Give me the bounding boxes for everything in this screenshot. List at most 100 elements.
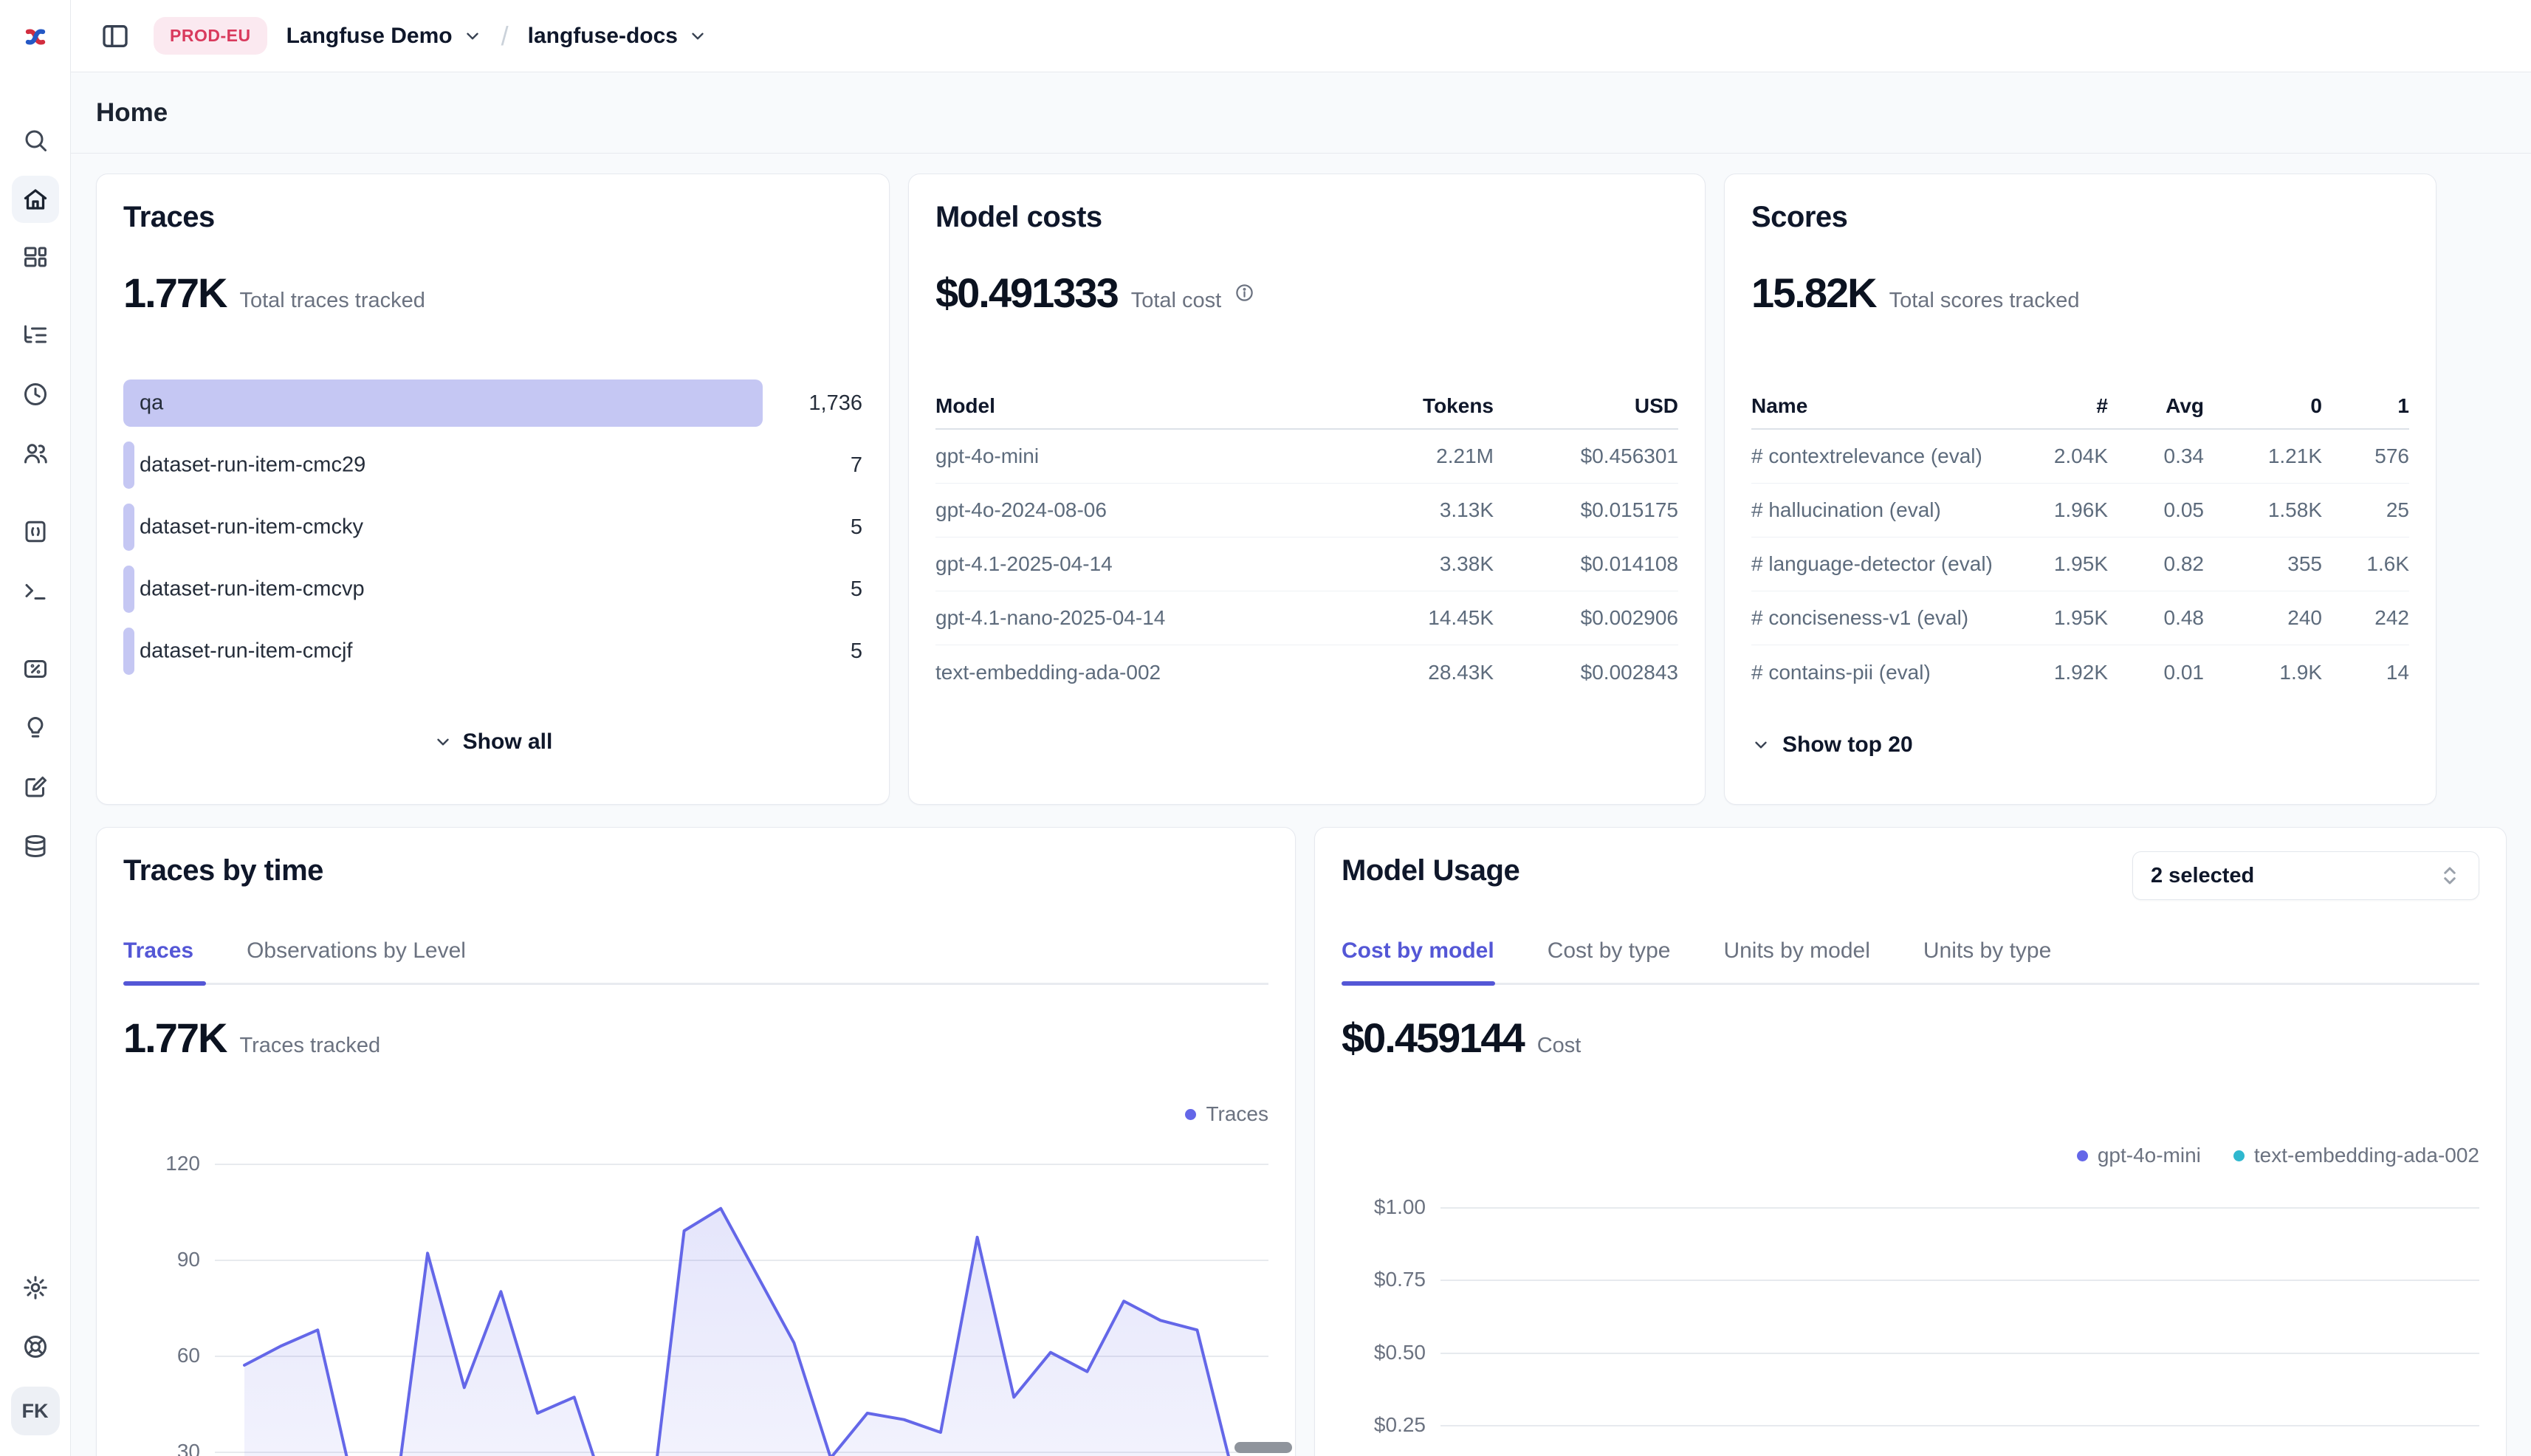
legend-item: text-embedding-ada-002 — [2233, 1144, 2479, 1167]
legend-dot — [2233, 1150, 2245, 1161]
trace-bar-value: 5 — [763, 577, 862, 602]
y-tick-label: 60 — [123, 1344, 200, 1367]
sidebar-item-sessions[interactable] — [12, 371, 59, 418]
trace-bar-label: dataset-run-item-cmcjf — [140, 639, 352, 664]
tab-units-by-type[interactable]: Units by type — [1923, 938, 2051, 964]
dashboards-icon — [22, 244, 49, 270]
legend-dot — [1185, 1109, 1196, 1120]
model-usage-tabs: Cost by model Cost by type Units by mode… — [1342, 938, 2051, 964]
sidebar-item-evaluators[interactable] — [12, 645, 59, 693]
users-icon — [22, 440, 49, 467]
sidebar-item-dashboards[interactable] — [12, 233, 59, 281]
scores-table: Name # Avg 0 1 # contextrelevance (eval)… — [1751, 384, 2409, 699]
tab-cost-by-type[interactable]: Cost by type — [1548, 938, 1671, 964]
traces-bar-list: qa 1,736 dataset-run-item-cmc29 7 datase… — [123, 380, 862, 675]
tab-observations-by-level[interactable]: Observations by Level — [247, 938, 466, 964]
avatar[interactable]: FK — [11, 1387, 60, 1435]
card-title: Model Usage — [1342, 854, 1519, 887]
search-icon — [22, 127, 49, 154]
trace-bar-row: qa 1,736 — [123, 380, 862, 427]
trace-bar-value: 7 — [763, 453, 862, 478]
sidebar-item-tracing[interactable] — [12, 312, 59, 359]
environment-badge: PROD-EU — [154, 17, 267, 55]
card-title: Traces — [123, 201, 215, 234]
sidebar-item-annotation[interactable] — [12, 704, 59, 752]
table-row: # hallucination (eval) 1.96K 0.05 1.58K … — [1751, 484, 2409, 538]
traces-card: Traces 1.77K Total traces tracked qa 1,7… — [96, 174, 890, 805]
sidebar-item-users[interactable] — [12, 430, 59, 477]
active-tab-indicator — [1342, 981, 1495, 986]
traces-tracked-label: Traces tracked — [239, 1034, 380, 1058]
sessions-clock-icon — [22, 381, 49, 408]
traces-tracked-metric: 1.77K — [123, 1014, 226, 1062]
trace-bar — [123, 566, 134, 613]
show-all-button[interactable]: Show all — [97, 729, 889, 755]
sidebar-item-playground[interactable] — [12, 567, 59, 614]
langfuse-logo[interactable] — [15, 16, 56, 58]
y-tick-label: 30 — [123, 1440, 200, 1456]
sidebar-item-exports[interactable] — [12, 823, 59, 870]
home-icon — [22, 186, 49, 213]
sidebar-item-home[interactable] — [12, 176, 59, 223]
sidebar-item-search[interactable] — [12, 117, 59, 164]
chevrons-up-down-icon — [2439, 865, 2461, 887]
active-tab-indicator — [123, 981, 206, 986]
tracing-icon — [22, 322, 49, 348]
model-selector[interactable]: 2 selected — [2132, 851, 2479, 900]
chevron-down-icon — [433, 732, 453, 752]
sidebar-item-datasets[interactable] — [12, 763, 59, 811]
traces-total-metric: 1.77K — [123, 269, 226, 317]
lifebuoy-icon — [22, 1333, 49, 1360]
chevron-down-icon — [688, 27, 707, 46]
trace-bar-row: dataset-run-item-cmc29 7 — [123, 442, 862, 489]
page-title-band: Home — [71, 72, 2531, 154]
langfuse-logo-icon — [19, 21, 52, 53]
legend-dot — [2077, 1150, 2088, 1161]
scores-total-metric: 15.82K — [1751, 269, 1876, 317]
table-row: # language-detector (eval) 1.95K 0.82 35… — [1751, 538, 2409, 591]
sidebar: FK — [0, 0, 71, 1456]
lightbulb-icon — [22, 715, 49, 741]
trace-bar-value: 5 — [763, 639, 862, 664]
trace-bar — [123, 380, 763, 427]
sidebar-item-settings[interactable] — [12, 1264, 59, 1311]
trace-bar-row: dataset-run-item-cmcky 5 — [123, 504, 862, 551]
traces-by-time-tabs: Traces Observations by Level — [123, 938, 466, 964]
org-name: Langfuse Demo — [286, 24, 453, 49]
project-switcher[interactable]: langfuse-docs — [528, 24, 707, 49]
chevron-down-icon — [1751, 735, 1771, 755]
sidebar-item-prompts[interactable] — [12, 508, 59, 555]
traces-total-label: Total traces tracked — [239, 289, 425, 313]
table-header: Model Tokens USD — [935, 384, 1678, 430]
gridline — [1440, 1280, 2479, 1281]
model-costs-total-label: Total cost — [1131, 289, 1222, 313]
sidebar-item-support[interactable] — [12, 1323, 59, 1370]
trace-bar-row: dataset-run-item-cmcvp 5 — [123, 566, 862, 613]
page-title: Home — [96, 98, 168, 128]
show-top-20-button[interactable]: Show top 20 — [1751, 732, 1913, 758]
traces-area-chart — [215, 1138, 1273, 1456]
trace-bar — [123, 504, 134, 551]
trace-bar-label: dataset-run-item-cmcvp — [140, 577, 365, 602]
y-tick-label: $0.25 — [1342, 1413, 1426, 1437]
horizontal-scrollbar-thumb[interactable] — [1234, 1442, 1292, 1453]
y-tick-label: 90 — [123, 1248, 200, 1271]
model-costs-card: Model costs $0.491333 Total cost Model T… — [908, 174, 1706, 805]
settings-gear-icon — [22, 1274, 49, 1301]
trace-bar-value: 5 — [763, 515, 862, 540]
trace-bar — [123, 628, 134, 675]
org-switcher[interactable]: Langfuse Demo — [286, 24, 482, 49]
legend-item: gpt-4o-mini — [2077, 1144, 2201, 1167]
tabs-underline — [123, 983, 1268, 985]
traces-by-time-card: Traces by time Traces Observations by Le… — [96, 827, 1296, 1456]
table-row: # contextrelevance (eval) 2.04K 0.34 1.2… — [1751, 430, 2409, 484]
scores-card: Scores 15.82K Total scores tracked Name … — [1724, 174, 2436, 805]
slash-separator: / — [501, 21, 509, 52]
info-icon[interactable] — [1234, 283, 1254, 303]
sidebar-toggle-button[interactable] — [96, 17, 134, 55]
tab-units-by-model[interactable]: Units by model — [1723, 938, 1869, 964]
tab-traces[interactable]: Traces — [123, 938, 193, 964]
prompts-icon — [22, 518, 49, 545]
table-row: gpt-4.1-2025-04-14 3.38K $0.014108 — [935, 538, 1678, 591]
tab-cost-by-model[interactable]: Cost by model — [1342, 938, 1494, 964]
